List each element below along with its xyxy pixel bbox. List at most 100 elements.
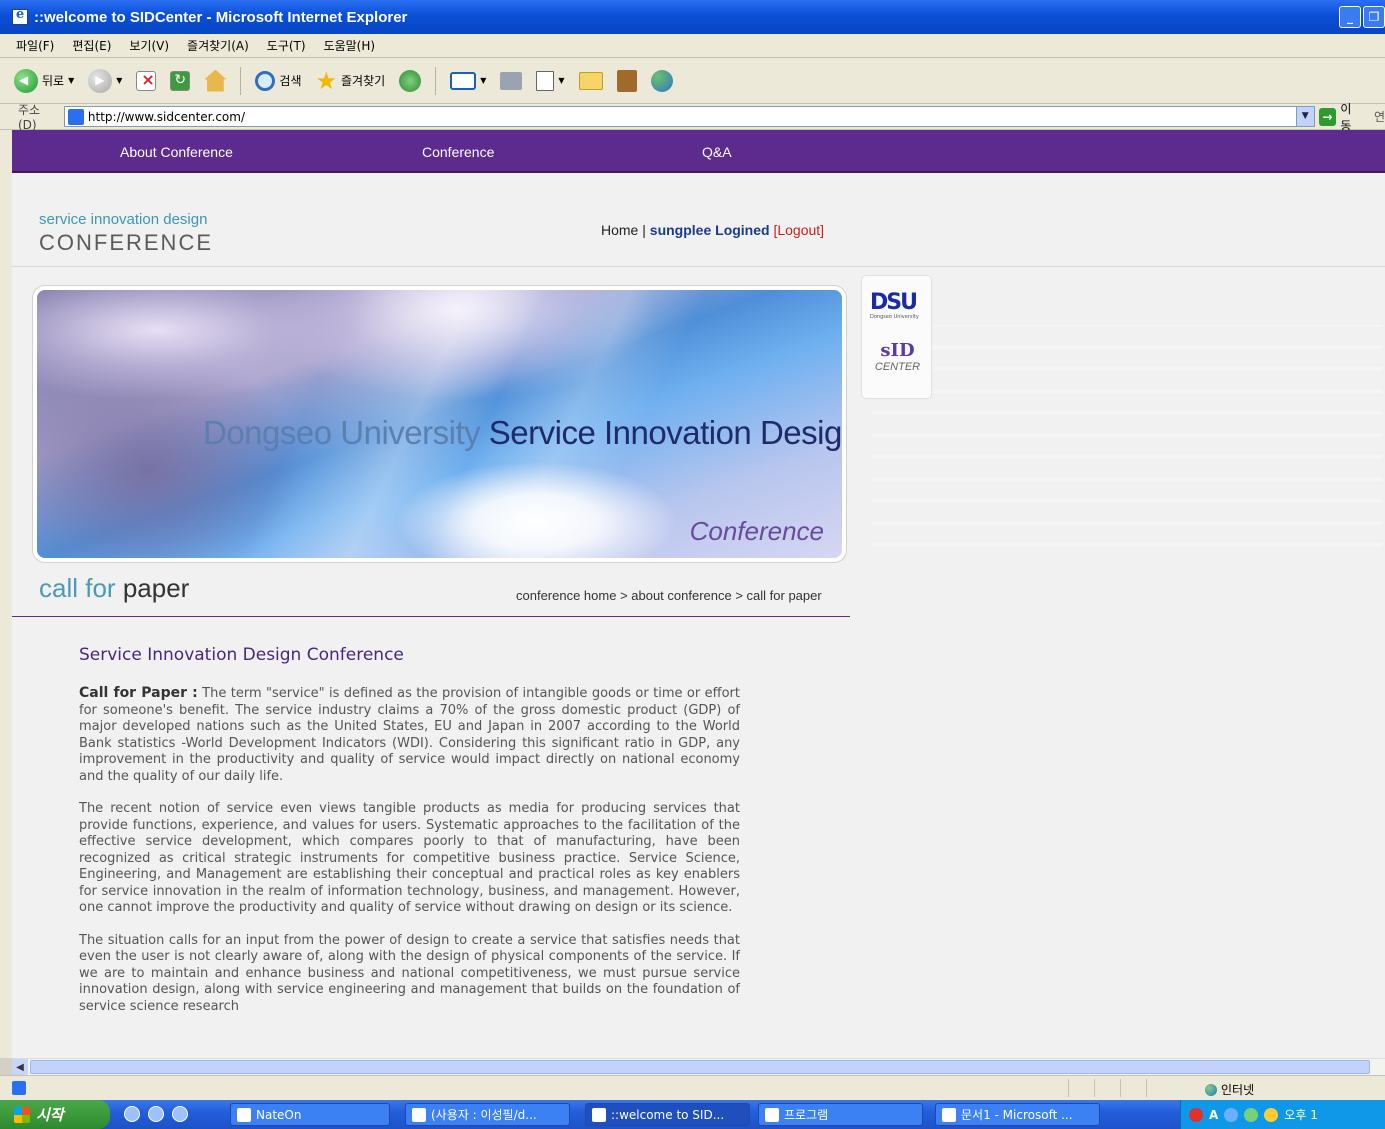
minimize-button[interactable]: _: [1339, 6, 1361, 28]
status-cells: [1068, 1079, 1172, 1097]
quick-launch-icon[interactable]: [124, 1106, 140, 1122]
main-content: Service Innovation Design Conference Cal…: [79, 645, 740, 1031]
start-button[interactable]: 시작: [0, 1100, 110, 1129]
breadcrumb[interactable]: conference home > about conference > cal…: [516, 588, 822, 603]
banner-subtitle: Conference: [689, 516, 824, 546]
scroll-left-icon[interactable]: ◀: [12, 1059, 28, 1076]
ie-icon: [12, 7, 28, 25]
tray-icon[interactable]: [1189, 1107, 1203, 1122]
sid-logo-label: CENTER: [874, 361, 921, 373]
quick-launch-icon[interactable]: [172, 1106, 188, 1122]
dsu-logo-caption: Dongseo University: [870, 314, 919, 320]
stop-button[interactable]: [132, 70, 160, 91]
horizontal-scrollbar[interactable]: ◀: [12, 1058, 1385, 1076]
nav-qa[interactable]: Q&A: [702, 144, 732, 160]
left-frame: [0, 130, 12, 1058]
menu-file[interactable]: 파일(F): [16, 37, 54, 54]
quick-launch-icon[interactable]: [148, 1106, 164, 1122]
window-controls: _ ❐: [1339, 6, 1385, 28]
links-label[interactable]: 연: [1374, 108, 1385, 125]
refresh-button[interactable]: [166, 70, 194, 91]
star-icon: ★: [315, 66, 338, 95]
logo-title[interactable]: CONFERENCE: [39, 230, 213, 256]
sid-center-logo[interactable]: sID CENTER: [862, 340, 933, 373]
toolbar-separator: [435, 66, 437, 95]
tray-icon[interactable]: [1264, 1107, 1279, 1122]
home-button[interactable]: [200, 69, 230, 92]
content-paragraph-3: The situation calls for an input from th…: [79, 932, 740, 1014]
home-link[interactable]: Home: [601, 222, 638, 238]
research-button[interactable]: [613, 69, 641, 92]
address-field[interactable]: ▼: [63, 106, 1315, 127]
messenger-icon: [650, 69, 673, 92]
search-icon: [255, 70, 276, 91]
scroll-thumb[interactable]: [30, 1060, 1370, 1074]
taskbar-item[interactable]: (사용자 : 이성필/d...: [405, 1103, 570, 1126]
clock: 오후 1: [1284, 1108, 1318, 1122]
dsu-logo-text: DSU: [870, 290, 918, 315]
window-title: ::welcome to SIDCenter - Microsoft Inter…: [34, 8, 408, 26]
taskbar-item[interactable]: 문서1 - Microsoft ...: [935, 1103, 1100, 1126]
back-button[interactable]: 뒤로 ▼: [10, 68, 78, 93]
home-icon: [204, 69, 227, 92]
url-input[interactable]: [87, 109, 1288, 124]
taskbar-item-active[interactable]: ::welcome to SID...: [585, 1103, 750, 1126]
address-bar: 주소(D) ▼ → 이동 연: [0, 102, 1385, 133]
tray-icon[interactable]: [1244, 1107, 1259, 1122]
favorites-button[interactable]: ★ 즐겨찾기: [312, 69, 390, 93]
go-label: 이동: [1340, 101, 1352, 133]
restore-button[interactable]: ❐: [1363, 6, 1385, 28]
media-icon: [399, 69, 422, 92]
section-title-dark: paper: [122, 573, 190, 603]
messenger-button[interactable]: [647, 69, 677, 92]
nav-conference[interactable]: Conference: [422, 144, 494, 160]
stop-icon: [136, 70, 157, 91]
chevron-down-icon[interactable]: ▼: [68, 76, 74, 85]
search-button[interactable]: 검색: [251, 70, 305, 91]
window-titlebar[interactable]: ::welcome to SIDCenter - Microsoft Inter…: [0, 0, 1385, 34]
content-paragraph-1: Call for Paper : The term "service" is d…: [79, 685, 740, 785]
folder-button[interactable]: [575, 71, 607, 90]
status-bar: 인터넷: [0, 1075, 1385, 1100]
menu-bar: 파일(F) 편집(E) 보기(V) 즐겨찾기(A) 도구(T) 도움말(H): [0, 34, 1385, 58]
taskbar-item[interactable]: 프로그램: [758, 1103, 923, 1126]
nateon-icon: [237, 1107, 251, 1122]
nav-about-conference[interactable]: About Conference: [120, 144, 233, 160]
banner-title-university: Dongseo University: [203, 414, 481, 451]
site-header: service innovation design CONFERENCE Hom…: [12, 175, 1385, 267]
menu-help[interactable]: 도움말(H): [324, 37, 376, 54]
chevron-down-icon[interactable]: ▼: [116, 76, 122, 85]
sid-logo-mark: sID: [880, 340, 915, 361]
security-zone: 인터넷: [1205, 1081, 1254, 1098]
system-tray: A 오후 1: [1180, 1100, 1385, 1129]
chevron-down-icon[interactable]: ▼: [558, 76, 564, 85]
menu-view[interactable]: 보기(V): [129, 37, 169, 54]
media-button[interactable]: [395, 69, 425, 92]
print-button[interactable]: [496, 71, 526, 90]
dsu-logo[interactable]: DSU Dongseo University: [870, 290, 926, 321]
quick-launch: [124, 1106, 188, 1122]
section-title: call for paper: [39, 573, 189, 604]
forward-arrow-icon: [88, 68, 113, 93]
hero-banner: Dongseo University Service Innovation De…: [33, 286, 846, 562]
forward-button[interactable]: ▼: [84, 68, 126, 93]
menu-edit[interactable]: 편집(E): [72, 37, 111, 54]
chevron-down-icon[interactable]: ▼: [480, 76, 486, 85]
address-label: 주소(D): [18, 103, 41, 132]
back-label: 뒤로: [42, 74, 65, 88]
partner-logos: DSU Dongseo University sID CENTER: [861, 275, 932, 399]
go-button[interactable]: → 이동: [1318, 100, 1362, 134]
chevron-down-icon[interactable]: ▼: [1295, 107, 1314, 126]
ime-indicator[interactable]: A: [1209, 1108, 1218, 1122]
banner-title-sid: Service Innovation Design: [488, 414, 846, 451]
banner-title: Dongseo University Service Innovation De…: [203, 414, 846, 452]
taskbar-item[interactable]: NateOn: [230, 1103, 390, 1126]
back-arrow-icon: [14, 68, 38, 93]
tray-icon[interactable]: [1224, 1107, 1239, 1122]
logo-subtitle[interactable]: service innovation design: [39, 211, 207, 228]
edit-button[interactable]: ▼: [532, 70, 568, 91]
mail-button[interactable]: ▼: [446, 71, 490, 90]
logout-link[interactable]: [Logout]: [773, 222, 824, 238]
menu-favorites[interactable]: 즐겨찾기(A): [187, 37, 249, 54]
menu-tools[interactable]: 도구(T): [267, 37, 306, 54]
